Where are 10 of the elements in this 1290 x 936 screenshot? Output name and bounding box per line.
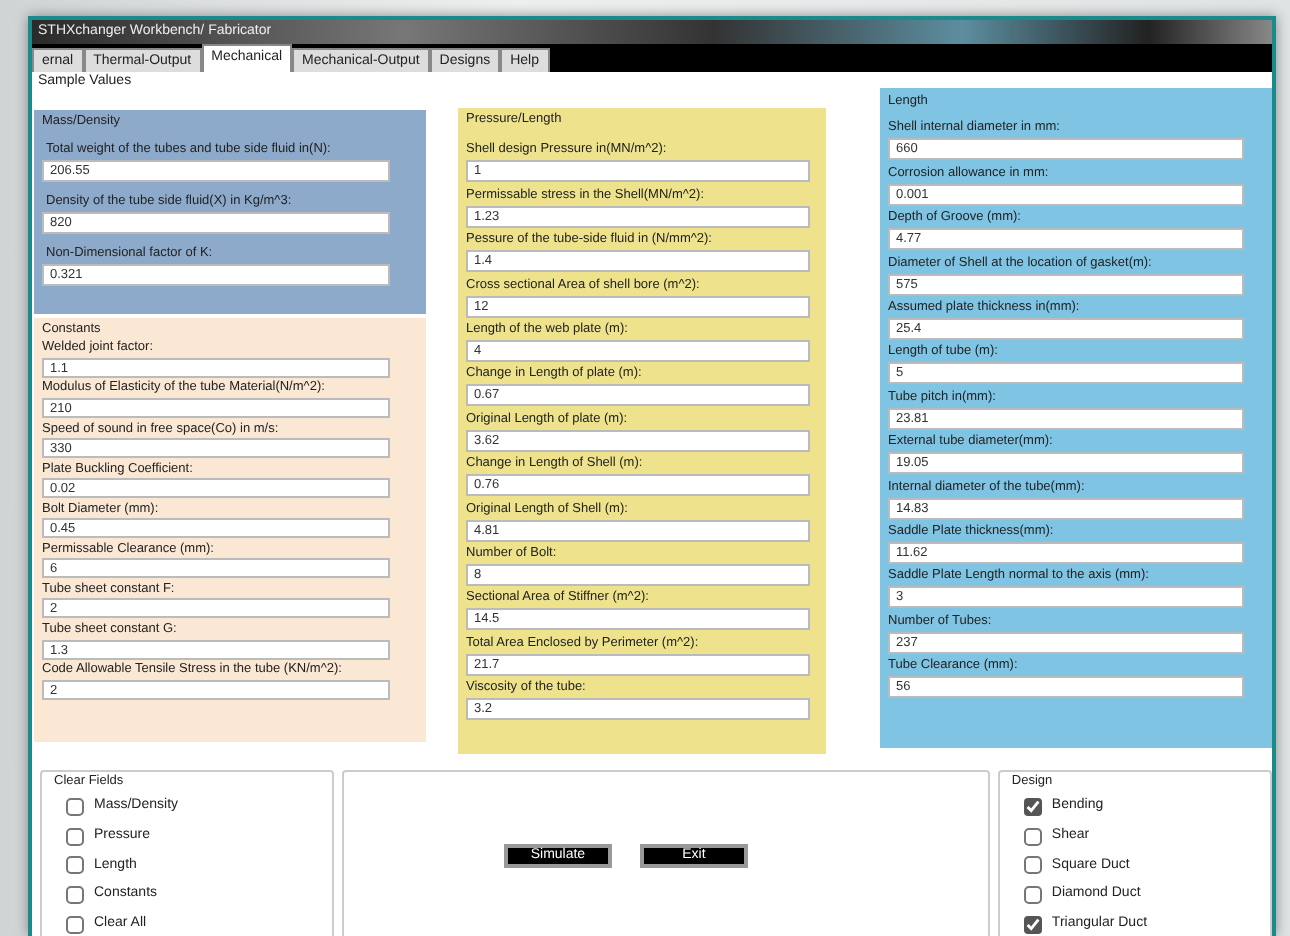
checkbox[interactable] — [1023, 856, 1042, 875]
checkbox[interactable] — [66, 798, 84, 817]
checkbox[interactable] — [66, 915, 84, 934]
checkbox[interactable] — [66, 885, 84, 904]
checkbox[interactable] — [66, 827, 84, 846]
checkbox[interactable] — [1023, 915, 1042, 934]
checkbox[interactable] — [1023, 885, 1042, 904]
checkbox[interactable] — [1023, 798, 1042, 817]
checkbox[interactable] — [66, 856, 84, 875]
checkbox[interactable] — [1023, 827, 1042, 846]
